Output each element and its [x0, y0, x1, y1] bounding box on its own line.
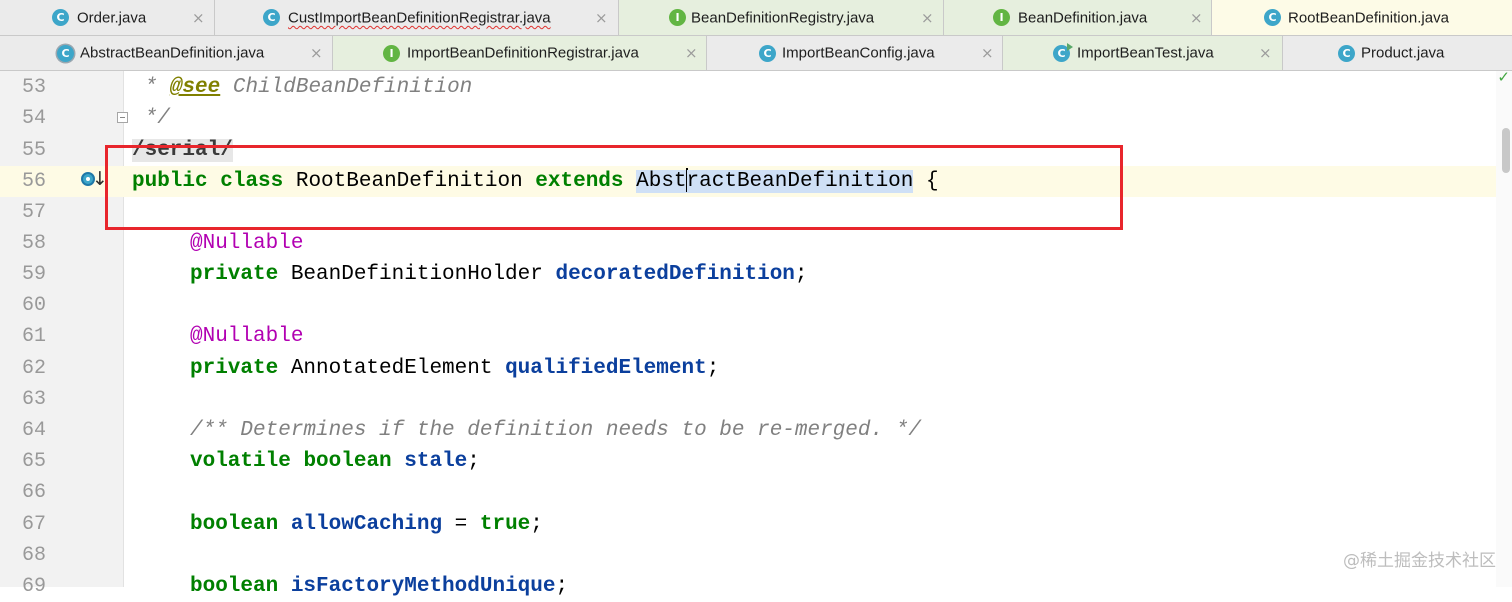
keyword: boolean: [190, 513, 279, 536]
line-number: 65: [22, 450, 47, 473]
tab-rootbeandefinition-java[interactable]: C RootBeanDefinition.java: [1212, 0, 1512, 35]
line-number: 60: [22, 294, 47, 317]
tab-importbeantest-java[interactable]: C ImportBeanTest.java ×: [1003, 36, 1283, 70]
tab-product-java[interactable]: C Product.java: [1283, 36, 1512, 70]
field-name: qualifiedElement: [505, 357, 707, 380]
close-icon[interactable]: ×: [192, 9, 205, 27]
line-number: 66: [22, 481, 47, 504]
type-name: AnnotatedElement: [278, 357, 506, 380]
line-number: 59: [22, 263, 47, 286]
javadoc-end: */: [132, 107, 170, 130]
interface-icon: I: [383, 44, 400, 62]
tab-label: Product.java: [1361, 44, 1445, 62]
line-number: 61: [22, 325, 47, 348]
inspection-ok-icon[interactable]: ✓: [1497, 68, 1510, 86]
class-icon: C: [52, 9, 69, 26]
keyword: private: [190, 263, 279, 286]
tab-label: BeanDefinition.java: [1018, 9, 1148, 26]
tab-importbeandefinitionregistrar-java[interactable]: I ImportBeanDefinitionRegistrar.java ×: [333, 36, 707, 70]
close-icon[interactable]: ×: [685, 44, 698, 62]
close-icon[interactable]: ×: [1190, 9, 1203, 27]
class-icon: C: [263, 9, 280, 26]
editor-tabs-row-1: C Order.java × C CustImportBeanDefinitio…: [0, 0, 1512, 36]
tab-custimportbeandefinitionregistrar-java[interactable]: C CustImportBeanDefinitionRegistrar.java…: [215, 0, 619, 35]
tab-label: AbstractBeanDefinition.java: [80, 44, 265, 62]
javadoc-text: ChildBeanDefinition: [220, 76, 473, 99]
interface-icon: I: [993, 9, 1010, 26]
code-line-64[interactable]: /** Determines if the definition needs t…: [190, 415, 921, 446]
class-icon: C: [759, 44, 776, 62]
code-line-65[interactable]: volatile boolean stale;: [190, 446, 480, 477]
line-number: 64: [22, 419, 47, 442]
tab-order-java[interactable]: C Order.java ×: [0, 0, 215, 35]
interface-icon: I: [669, 9, 686, 26]
annotation: @Nullable: [190, 232, 304, 255]
field-name: stale: [404, 450, 468, 473]
close-icon[interactable]: ×: [921, 9, 934, 27]
doc-comment: /** Determines if the definition needs t…: [190, 419, 921, 442]
close-icon[interactable]: ×: [595, 9, 608, 27]
code-line-53[interactable]: * @see ChildBeanDefinition: [132, 72, 473, 103]
line-number: 54: [22, 107, 47, 130]
close-icon[interactable]: ×: [1259, 44, 1272, 62]
red-highlight-box: [105, 145, 1123, 230]
tab-label: Order.java: [77, 9, 147, 26]
abstract-class-icon: C: [57, 44, 74, 62]
scrollbar-thumb[interactable]: [1502, 128, 1510, 173]
tab-label: ImportBeanConfig.java: [782, 44, 935, 62]
field-name: allowCaching: [290, 513, 443, 536]
code-line-58[interactable]: @Nullable: [190, 228, 303, 259]
tab-label: RootBeanDefinition.java: [1288, 9, 1449, 26]
code-line-62[interactable]: private AnnotatedElement qualifiedElemen…: [190, 353, 719, 384]
literal: true: [479, 513, 531, 536]
keyword: private: [190, 357, 279, 380]
line-number: 53: [22, 76, 47, 99]
line-number: 56: [22, 170, 47, 193]
tab-beandefinition-java[interactable]: I BeanDefinition.java ×: [944, 0, 1212, 35]
editor-tabs-row-2: C AbstractBeanDefinition.java × I Import…: [0, 36, 1512, 71]
javadoc-tag: @see: [169, 76, 221, 99]
class-icon: C: [1338, 44, 1355, 62]
code-line-54[interactable]: */: [132, 103, 170, 134]
watermark: @稀土掘金技术社区: [1343, 551, 1496, 571]
code-line-67[interactable]: boolean allowCaching = true;: [190, 509, 543, 540]
annotation: @Nullable: [190, 325, 304, 348]
tab-importbeanconfig-java[interactable]: C ImportBeanConfig.java ×: [707, 36, 1003, 70]
tab-label: CustImportBeanDefinitionRegistrar.java: [288, 9, 551, 26]
line-number: 63: [22, 388, 47, 411]
code-line-59[interactable]: private BeanDefinitionHolder decoratedDe…: [190, 259, 808, 290]
line-number: 55: [22, 139, 47, 162]
line-number: 58: [22, 232, 47, 255]
keyword: volatile: [190, 450, 291, 473]
line-number: 62: [22, 357, 47, 380]
operator: =: [442, 513, 480, 536]
tab-beandefinitionregistry-java[interactable]: I BeanDefinitionRegistry.java ×: [619, 0, 944, 35]
semicolon: ;: [794, 263, 808, 286]
class-icon: C: [1264, 9, 1281, 26]
semicolon: ;: [530, 513, 543, 536]
line-number: 68: [22, 544, 47, 567]
line-number: 57: [22, 201, 47, 224]
field-name: decoratedDefinition: [555, 263, 795, 286]
runnable-class-icon: C: [1053, 42, 1073, 62]
tab-label: ImportBeanDefinitionRegistrar.java: [407, 44, 639, 62]
semicolon: ;: [706, 357, 720, 380]
code-line-61[interactable]: @Nullable: [190, 321, 303, 352]
tab-label: ImportBeanTest.java: [1077, 44, 1214, 62]
type-name: BeanDefinitionHolder: [278, 263, 556, 286]
line-number: 67: [22, 513, 47, 536]
keyword: boolean: [303, 450, 392, 473]
tab-abstractbeandefinition-java[interactable]: C AbstractBeanDefinition.java ×: [0, 36, 333, 70]
javadoc-star: *: [132, 76, 170, 99]
tab-label: BeanDefinitionRegistry.java: [691, 9, 875, 26]
close-icon[interactable]: ×: [310, 44, 323, 62]
fold-collapse-icon[interactable]: [117, 112, 128, 123]
close-icon[interactable]: ×: [981, 44, 994, 62]
semicolon: ;: [467, 450, 480, 473]
